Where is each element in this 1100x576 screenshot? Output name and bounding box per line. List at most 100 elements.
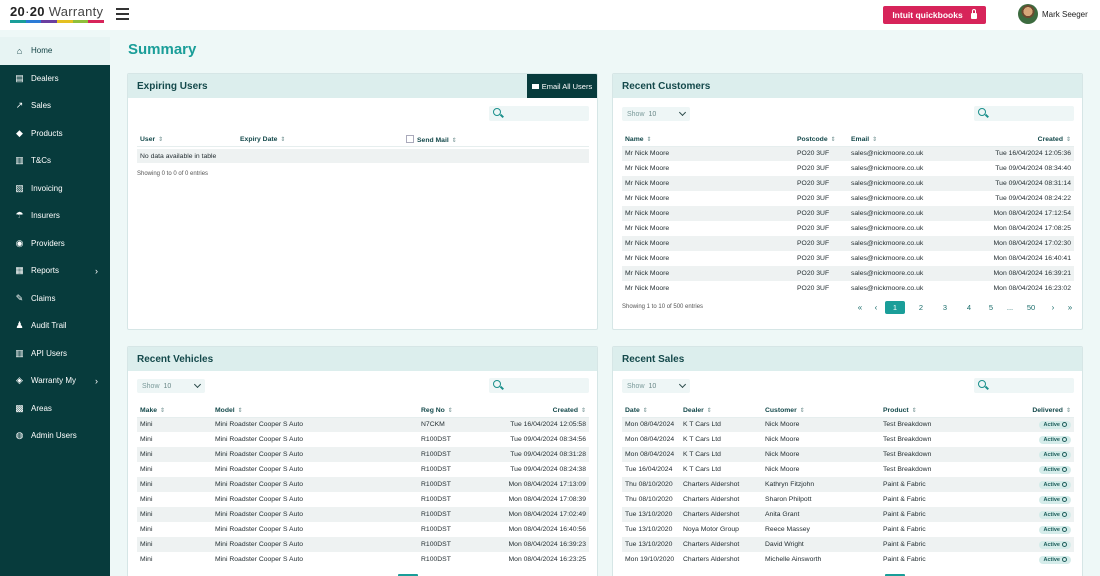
email-all-users-button[interactable]: Email All Users: [527, 74, 597, 98]
table-row[interactable]: Thu 08/10/2020 Charters Aldershot Sharon P…: [622, 492, 1074, 507]
sidebar-item-dealers[interactable]: ▤ Dealers: [0, 65, 110, 93]
column-header-email[interactable]: Email ⇕: [848, 133, 960, 147]
page-link[interactable]: »: [1063, 303, 1077, 312]
column-header-customer[interactable]: Customer ⇕: [762, 404, 880, 418]
table-row[interactable]: Mon 08/04/2024 K T Cars Ltd Nick Moore Test…: [622, 432, 1074, 447]
sidebar-item-areas[interactable]: ▩ Areas: [0, 395, 110, 423]
table-row[interactable]: Mini Mini Roadster Cooper S Auto R100DST Mo…: [137, 492, 589, 507]
page-link[interactable]: 3: [933, 303, 957, 312]
table-row[interactable]: Mini Mini Roadster Cooper S Auto R100DST Tu…: [137, 432, 589, 447]
column-header-postcode[interactable]: Postcode ⇕: [794, 133, 848, 147]
page-link[interactable]: 2: [909, 303, 933, 312]
column-header-make[interactable]: Make ⇕: [137, 404, 212, 418]
table-row[interactable]: Mr Nick Moore PO20 3UF sales@nickmoore.co.…: [622, 206, 1074, 221]
column-header-delivered[interactable]: Delivered ⇕: [996, 404, 1074, 418]
column-header-product[interactable]: Product ⇕: [880, 404, 996, 418]
column-header-send-mail[interactable]: Send Mail ⇕: [403, 133, 589, 147]
sidebar-item-invoicing[interactable]: ▧ Invoicing: [0, 175, 110, 203]
sidebar-item-insurers[interactable]: ☂ Insurers: [0, 202, 110, 230]
page-link[interactable]: ‹: [867, 303, 885, 312]
table-row[interactable]: Mr Nick Moore PO20 3UF sales@nickmoore.co.…: [622, 176, 1074, 191]
table-row[interactable]: Mini Mini Roadster Cooper S Auto R100DST Mo…: [137, 522, 589, 537]
column-header-model[interactable]: Model ⇕: [212, 404, 418, 418]
page-link[interactable]: 5: [981, 303, 1001, 312]
sidebar-item-claims[interactable]: ✎ Claims: [0, 285, 110, 313]
sidebar-item-home[interactable]: ⌂ Home: [0, 37, 110, 65]
table-row[interactable]: Mini Mini Roadster Cooper S Auto R100DST Mo…: [137, 477, 589, 492]
table-row[interactable]: Mini Mini Roadster Cooper S Auto R100DST Mo…: [137, 507, 589, 522]
page-current[interactable]: 1: [885, 301, 905, 314]
table-cell: PO20 3UF: [797, 165, 830, 172]
search-field[interactable]: [974, 378, 1074, 393]
user-name[interactable]: Mark Seeger: [1042, 10, 1088, 19]
table-row[interactable]: Mon 08/04/2024 K T Cars Ltd Nick Moore Test…: [622, 447, 1074, 462]
table-row[interactable]: Mr Nick Moore PO20 3UF sales@nickmoore.co.…: [622, 236, 1074, 251]
table-cell: Paint & Fabric: [880, 537, 996, 552]
table-row[interactable]: Tue 16/04/2024 K T Cars Ltd Nick Moore Test…: [622, 462, 1074, 477]
column-header-user[interactable]: User ⇕: [137, 133, 237, 147]
search-input[interactable]: [505, 106, 587, 121]
column-header-created[interactable]: Created ⇕: [478, 404, 589, 418]
table-cell: Mon 08/04/2024 17:08:39: [508, 496, 586, 503]
table-row[interactable]: Thu 08/10/2020 Charters Aldershot Kathryn …: [622, 477, 1074, 492]
table-row[interactable]: Mini Mini Roadster Cooper S Auto R100DST Mo…: [137, 537, 589, 552]
page-link[interactable]: 50: [1019, 303, 1043, 312]
search-field[interactable]: [489, 378, 589, 393]
column-header-expiry-date[interactable]: Expiry Date ⇕: [237, 133, 403, 147]
search-field[interactable]: [489, 106, 589, 121]
sidebar-item-reports[interactable]: ▦ Reports ›: [0, 257, 110, 285]
page-size-select[interactable]: Show 10: [622, 107, 690, 121]
search-input[interactable]: [505, 378, 587, 393]
table-cell: Nick Moore: [762, 447, 880, 462]
quickbooks-button[interactable]: Intuit quickbooks: [883, 6, 986, 24]
column-header-name[interactable]: Name ⇕: [622, 133, 794, 147]
table-row[interactable]: Mr Nick Moore PO20 3UF sales@nickmoore.co.…: [622, 266, 1074, 281]
table-row[interactable]: Mr Nick Moore PO20 3UF sales@nickmoore.co.…: [622, 281, 1074, 296]
table-cell: PO20 3UF: [797, 255, 830, 262]
sidebar-item-products[interactable]: ◆ Products: [0, 120, 110, 148]
table-row[interactable]: Mr Nick Moore PO20 3UF sales@nickmoore.co.…: [622, 251, 1074, 266]
page-size-select[interactable]: Show 10: [622, 379, 690, 393]
page-link[interactable]: ...: [1001, 303, 1019, 312]
table-cell: Charters Aldershot: [683, 556, 740, 563]
page-link[interactable]: «: [853, 303, 867, 312]
column-header-created[interactable]: Created ⇕: [960, 133, 1074, 147]
column-header-date[interactable]: Date ⇕: [622, 404, 680, 418]
table-row[interactable]: Mini Mini Roadster Cooper S Auto R100DST Tu…: [137, 447, 589, 462]
table-cell: Tue 13/10/2020: [625, 526, 673, 533]
table-row[interactable]: Mini Mini Roadster Cooper S Auto R100DST Tu…: [137, 462, 589, 477]
column-header-reg-no[interactable]: Reg No ⇕: [418, 404, 478, 418]
select-all-checkbox[interactable]: [406, 134, 414, 143]
search-input[interactable]: [990, 106, 1072, 121]
menu-toggle-icon[interactable]: [116, 8, 129, 20]
status-badge: Active: [1039, 450, 1071, 459]
sidebar-item-t-cs[interactable]: ▥ T&Cs: [0, 147, 110, 175]
table-row[interactable]: Mr Nick Moore PO20 3UF sales@nickmoore.co.…: [622, 146, 1074, 161]
sidebar-item-providers[interactable]: ◉ Providers: [0, 230, 110, 258]
sidebar-item-sales[interactable]: ↗ Sales: [0, 92, 110, 120]
table-row[interactable]: Mini Mini Roadster Cooper S Auto R100DST Mo…: [137, 552, 589, 567]
table-row[interactable]: Mr Nick Moore PO20 3UF sales@nickmoore.co.…: [622, 191, 1074, 206]
table-row[interactable]: Mon 19/10/2020 Charters Aldershot Michelle…: [622, 552, 1074, 567]
table-row[interactable]: Mr Nick Moore PO20 3UF sales@nickmoore.co.…: [622, 161, 1074, 176]
sidebar-item-api-users[interactable]: ▥ API Users: [0, 340, 110, 368]
logo[interactable]: 20·20 Warranty: [10, 4, 106, 24]
sidebar-item-admin-users[interactable]: ◍ Admin Users: [0, 422, 110, 450]
table-row[interactable]: Tue 13/10/2020 Charters Aldershot Anita Gr…: [622, 507, 1074, 522]
page-size-select[interactable]: Show 10: [137, 379, 205, 393]
avatar[interactable]: [1018, 4, 1038, 24]
table-cell: Mini Roadster Cooper S Auto: [215, 496, 304, 503]
table-cell: Noya Motor Group: [683, 526, 739, 533]
search-field[interactable]: [974, 106, 1074, 121]
table-row[interactable]: Mini Mini Roadster Cooper S Auto N7CKM Tue …: [137, 417, 589, 432]
page-link[interactable]: ›: [1043, 303, 1063, 312]
table-row[interactable]: Tue 13/10/2020 Noya Motor Group Reece Mass…: [622, 522, 1074, 537]
column-header-dealer[interactable]: Dealer ⇕: [680, 404, 762, 418]
page-link[interactable]: 4: [957, 303, 981, 312]
search-input[interactable]: [990, 378, 1072, 393]
table-row[interactable]: Mr Nick Moore PO20 3UF sales@nickmoore.co.…: [622, 221, 1074, 236]
table-row[interactable]: Mon 08/04/2024 K T Cars Ltd Nick Moore Test…: [622, 417, 1074, 432]
sidebar-item-audit-trail[interactable]: ♟ Audit Trail: [0, 312, 110, 340]
table-row[interactable]: Tue 13/10/2020 Charters Aldershot David Wr…: [622, 537, 1074, 552]
sidebar-item-warranty-my[interactable]: ◈ Warranty My ›: [0, 367, 110, 395]
